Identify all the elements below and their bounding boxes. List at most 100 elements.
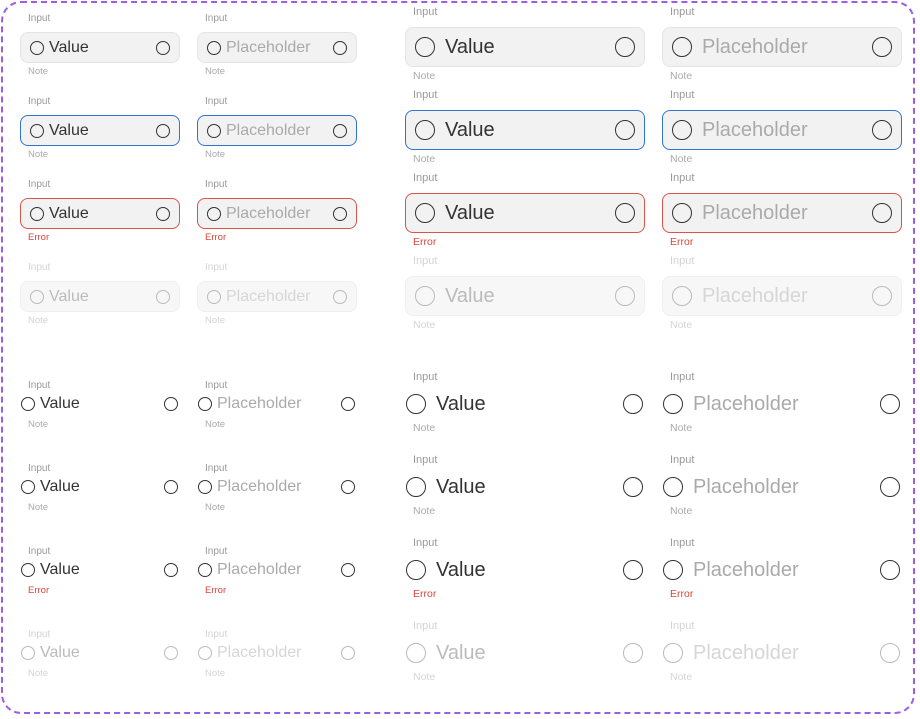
placeholder-text: Placeholder: [217, 478, 302, 495]
text-field-underline-error[interactable]: Input Value Error: [20, 538, 180, 602]
trailing-circle-icon[interactable]: [333, 123, 347, 138]
text-field-underline-default[interactable]: Input Value Note: [20, 372, 180, 436]
leading-circle-icon: [21, 480, 35, 494]
input-box[interactable]: Placeholder: [197, 115, 357, 146]
text-field-underline-default[interactable]: Input Placeholder Note: [662, 369, 902, 439]
trailing-circle-icon[interactable]: [164, 646, 178, 660]
trailing-circle-icon[interactable]: [623, 394, 643, 414]
trailing-circle-icon[interactable]: [333, 206, 347, 221]
trailing-circle-icon[interactable]: [615, 37, 635, 57]
field-label: Input: [28, 262, 51, 273]
input-box[interactable]: Placeholder: [197, 475, 357, 499]
input-box[interactable]: Value: [20, 641, 180, 665]
text-field-filled-focus[interactable]: Input Value Note: [405, 89, 645, 170]
text-field-filled-error[interactable]: Input Value Error: [20, 178, 180, 249]
trailing-circle-icon[interactable]: [872, 37, 892, 57]
input-box[interactable]: Value: [20, 475, 180, 499]
input-box[interactable]: Value: [20, 198, 180, 229]
text-field-underline-error[interactable]: Input Placeholder Error: [197, 538, 357, 602]
input-box[interactable]: Value: [405, 110, 645, 150]
trailing-circle-icon[interactable]: [341, 563, 355, 577]
text-field-filled-default[interactable]: Input Placeholder Note: [662, 6, 902, 87]
text-field-underline-focus[interactable]: Input Value Note: [405, 452, 645, 522]
input-value: Value: [49, 38, 89, 56]
input-box[interactable]: Placeholder: [662, 27, 902, 67]
text-field-filled-error[interactable]: Input Value Error: [405, 172, 645, 253]
text-field-filled-default[interactable]: Input Value Note: [405, 6, 645, 87]
input-box[interactable]: Value: [405, 193, 645, 233]
trailing-circle-icon[interactable]: [164, 480, 178, 494]
input-box[interactable]: Placeholder: [662, 110, 902, 150]
text-field-underline-default[interactable]: Input Placeholder Note: [197, 372, 357, 436]
trailing-circle-icon[interactable]: [880, 394, 900, 414]
input-box[interactable]: Value: [405, 638, 645, 668]
trailing-circle-icon[interactable]: [341, 480, 355, 494]
trailing-circle-icon[interactable]: [872, 203, 892, 223]
text-field-underline-error[interactable]: Input Value Error: [405, 535, 645, 605]
trailing-circle-icon[interactable]: [615, 286, 635, 306]
input-box[interactable]: Placeholder: [197, 392, 357, 416]
text-field-filled-focus[interactable]: Input Value Note: [20, 95, 180, 166]
note-text: Note: [413, 319, 436, 331]
input-box[interactable]: Placeholder: [662, 193, 902, 233]
input-box[interactable]: Value: [20, 115, 180, 146]
text-field-underline-default[interactable]: Input Value Note: [405, 369, 645, 439]
input-box[interactable]: Value: [20, 32, 180, 63]
input-box[interactable]: Value: [405, 472, 645, 502]
trailing-circle-icon[interactable]: [880, 643, 900, 663]
trailing-circle-icon[interactable]: [880, 560, 900, 580]
placeholder-text: Placeholder: [217, 561, 302, 578]
trailing-circle-icon[interactable]: [880, 477, 900, 497]
input-value: Value: [40, 395, 80, 412]
text-field-underline-focus[interactable]: Input Value Note: [20, 455, 180, 519]
text-field-filled-default[interactable]: Input Value Note: [20, 12, 180, 83]
input-box[interactable]: Value: [405, 555, 645, 585]
input-box[interactable]: Value: [405, 27, 645, 67]
input-box[interactable]: Placeholder: [662, 276, 902, 316]
text-field-underline-focus[interactable]: Input Placeholder Note: [662, 452, 902, 522]
note-text: Note: [670, 70, 693, 82]
text-field-filled-error[interactable]: Input Placeholder Error: [197, 178, 357, 249]
input-box[interactable]: Value: [20, 558, 180, 582]
input-box[interactable]: Placeholder: [197, 641, 357, 665]
input-box[interactable]: Placeholder: [662, 555, 902, 585]
text-field-filled-focus[interactable]: Input Placeholder Note: [197, 95, 357, 166]
input-box[interactable]: Placeholder: [662, 638, 902, 668]
text-field-underline-focus[interactable]: Input Placeholder Note: [197, 455, 357, 519]
trailing-circle-icon[interactable]: [341, 397, 355, 411]
component-sheet: Input Value Note Input Placeholder Note Input V…: [0, 0, 920, 719]
field-label: Input: [670, 454, 695, 466]
trailing-circle-icon[interactable]: [156, 40, 170, 55]
input-box[interactable]: Placeholder: [197, 198, 357, 229]
trailing-circle-icon[interactable]: [333, 40, 347, 55]
note-text: Note: [670, 671, 693, 683]
input-box[interactable]: Placeholder: [662, 472, 902, 502]
trailing-circle-icon[interactable]: [156, 123, 170, 138]
note-text: Note: [205, 149, 226, 160]
trailing-circle-icon[interactable]: [615, 120, 635, 140]
input-box[interactable]: Value: [405, 276, 645, 316]
text-field-filled-error[interactable]: Input Placeholder Error: [662, 172, 902, 253]
input-box[interactable]: Value: [20, 392, 180, 416]
input-box[interactable]: Placeholder: [197, 281, 357, 312]
input-box[interactable]: Value: [20, 281, 180, 312]
trailing-circle-icon[interactable]: [156, 289, 170, 304]
input-box[interactable]: Value: [405, 389, 645, 419]
input-box[interactable]: Placeholder: [197, 32, 357, 63]
trailing-circle-icon[interactable]: [156, 206, 170, 221]
trailing-circle-icon[interactable]: [333, 289, 347, 304]
text-field-filled-focus[interactable]: Input Placeholder Note: [662, 89, 902, 170]
trailing-circle-icon[interactable]: [872, 286, 892, 306]
input-box[interactable]: Placeholder: [197, 558, 357, 582]
trailing-circle-icon[interactable]: [872, 120, 892, 140]
text-field-filled-default[interactable]: Input Placeholder Note: [197, 12, 357, 83]
trailing-circle-icon[interactable]: [623, 643, 643, 663]
trailing-circle-icon[interactable]: [623, 477, 643, 497]
trailing-circle-icon[interactable]: [623, 560, 643, 580]
trailing-circle-icon[interactable]: [341, 646, 355, 660]
trailing-circle-icon[interactable]: [164, 563, 178, 577]
trailing-circle-icon[interactable]: [164, 397, 178, 411]
text-field-underline-error[interactable]: Input Placeholder Error: [662, 535, 902, 605]
input-box[interactable]: Placeholder: [662, 389, 902, 419]
trailing-circle-icon[interactable]: [615, 203, 635, 223]
